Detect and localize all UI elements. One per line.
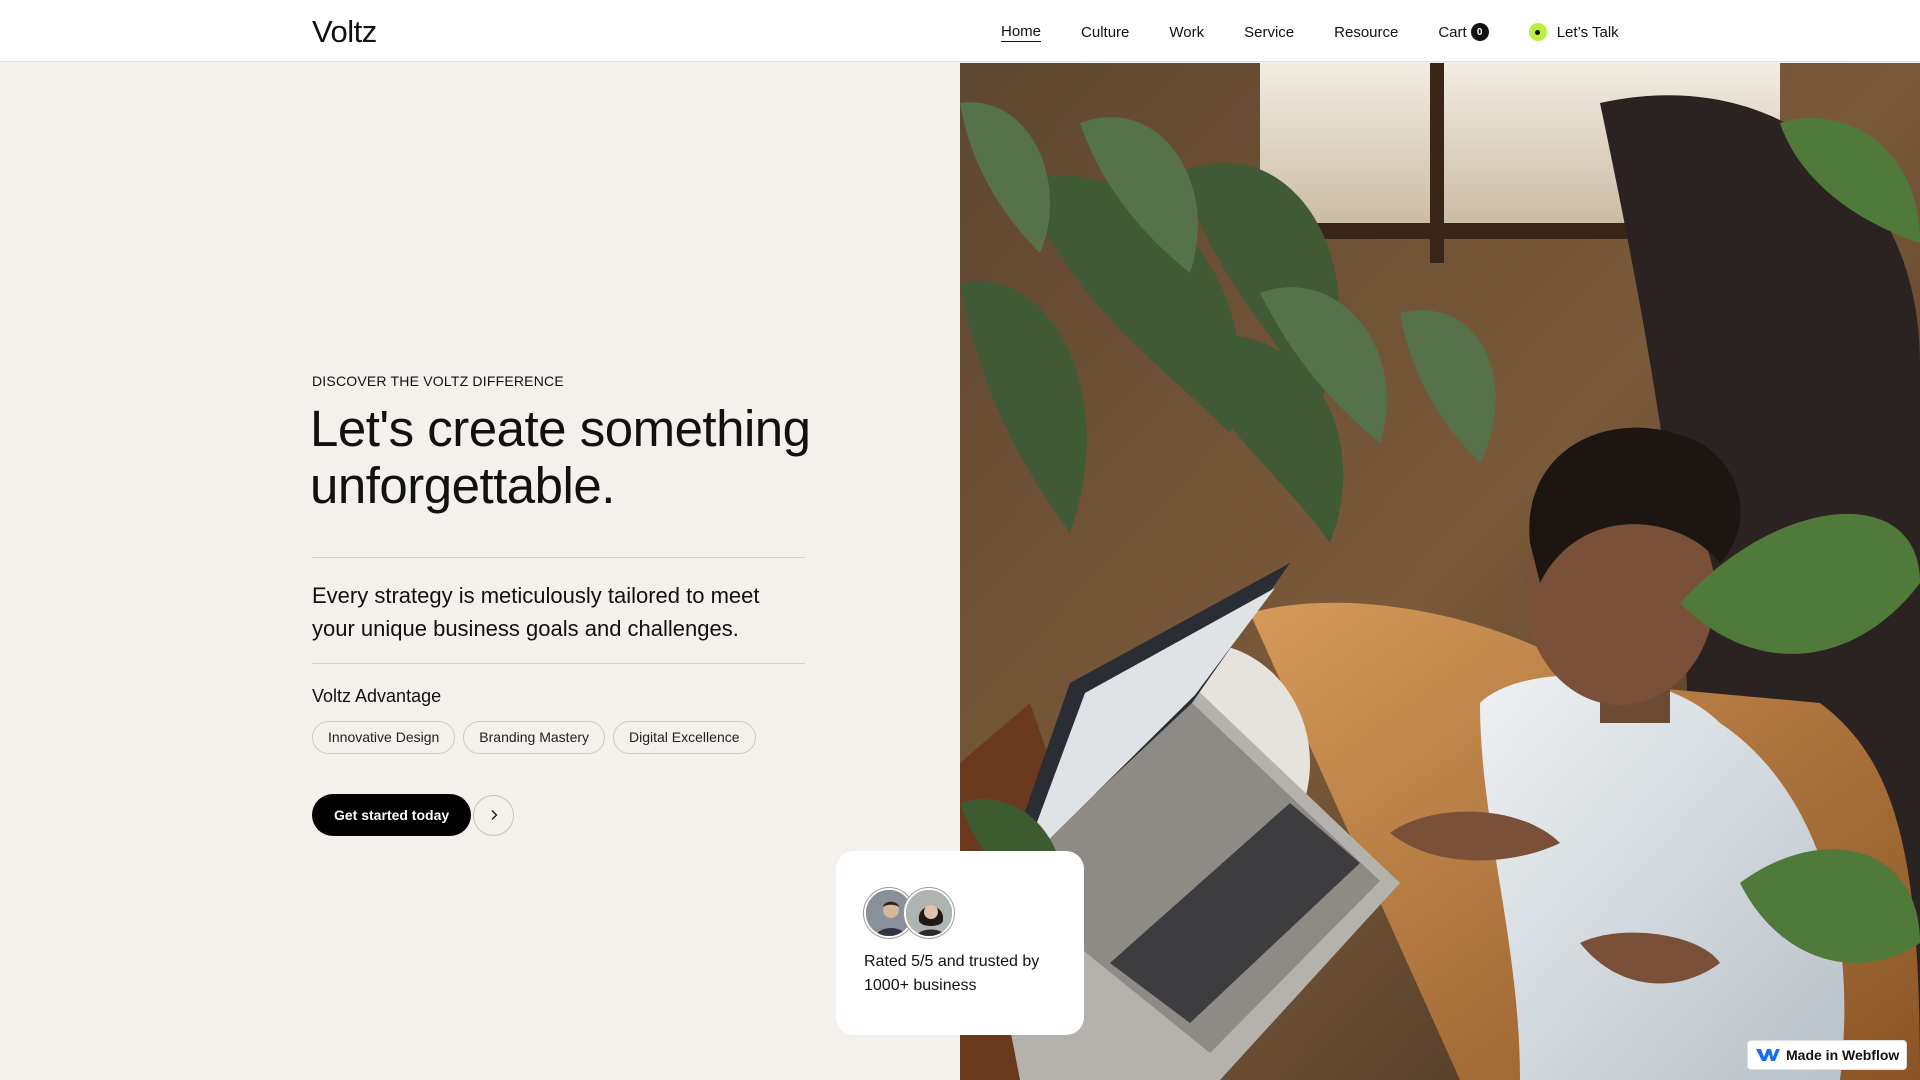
cart-label: Cart: [1438, 23, 1467, 41]
made-in-webflow-badge[interactable]: Made in Webflow: [1747, 1040, 1907, 1070]
nav-link-culture[interactable]: Culture: [1081, 24, 1129, 41]
avatar-group: [864, 888, 954, 938]
nav-link-resource[interactable]: Resource: [1334, 24, 1398, 41]
hero-eyebrow: DISCOVER THE VOLTZ DIFFERENCE: [312, 373, 564, 389]
cta-arrow-button[interactable]: [473, 794, 515, 836]
lets-talk-label: Let’s Talk: [1556, 23, 1619, 41]
pill-innovative-design: Innovative Design: [312, 721, 456, 754]
hero-headline: Let's create something unforgettable.: [310, 400, 811, 514]
hero-lead: Every strategy is meticulously tailored …: [312, 583, 760, 641]
chevron-right-icon: [491, 810, 498, 820]
rating-card: Rated 5/5 and trusted by 1000+ business: [836, 851, 1084, 1035]
divider: [312, 663, 805, 664]
avatar: [904, 888, 954, 938]
lets-talk-button[interactable]: Let’s Talk: [1528, 23, 1619, 41]
pill-branding-mastery: Branding Mastery: [463, 721, 606, 754]
nav-link-service[interactable]: Service: [1244, 24, 1294, 41]
pill-digital-excellence: Digital Excellence: [613, 721, 756, 754]
advantage-title: Voltz Advantage: [312, 686, 442, 706]
cart-button[interactable]: Cart 0: [1438, 23, 1489, 41]
get-started-button[interactable]: Get started today: [312, 794, 472, 836]
cart-count-badge: 0: [1470, 23, 1489, 41]
nav-link-home[interactable]: Home: [1001, 23, 1042, 42]
divider: [312, 557, 805, 558]
main-nav: Home Culture Work Service Resource Cart …: [1001, 22, 1619, 42]
site-logo[interactable]: Voltz: [312, 14, 377, 50]
nav-link-work[interactable]: Work: [1169, 24, 1204, 41]
badge-label: Made in Webflow: [1786, 1047, 1900, 1063]
hero-photo-illustration: [960, 63, 1920, 1080]
hero-image: [960, 63, 1920, 1080]
status-dot-icon: [1528, 23, 1547, 41]
site-header: Voltz Home Culture Work Service Resource…: [0, 0, 1920, 62]
cta-row: Get started today: [312, 794, 515, 836]
advantage-pills: Innovative Design Branding Mastery Digit…: [312, 721, 764, 754]
rating-text: Rated 5/5 and trusted by 1000+ business: [864, 953, 1040, 994]
webflow-logo-icon: [1756, 1049, 1780, 1061]
